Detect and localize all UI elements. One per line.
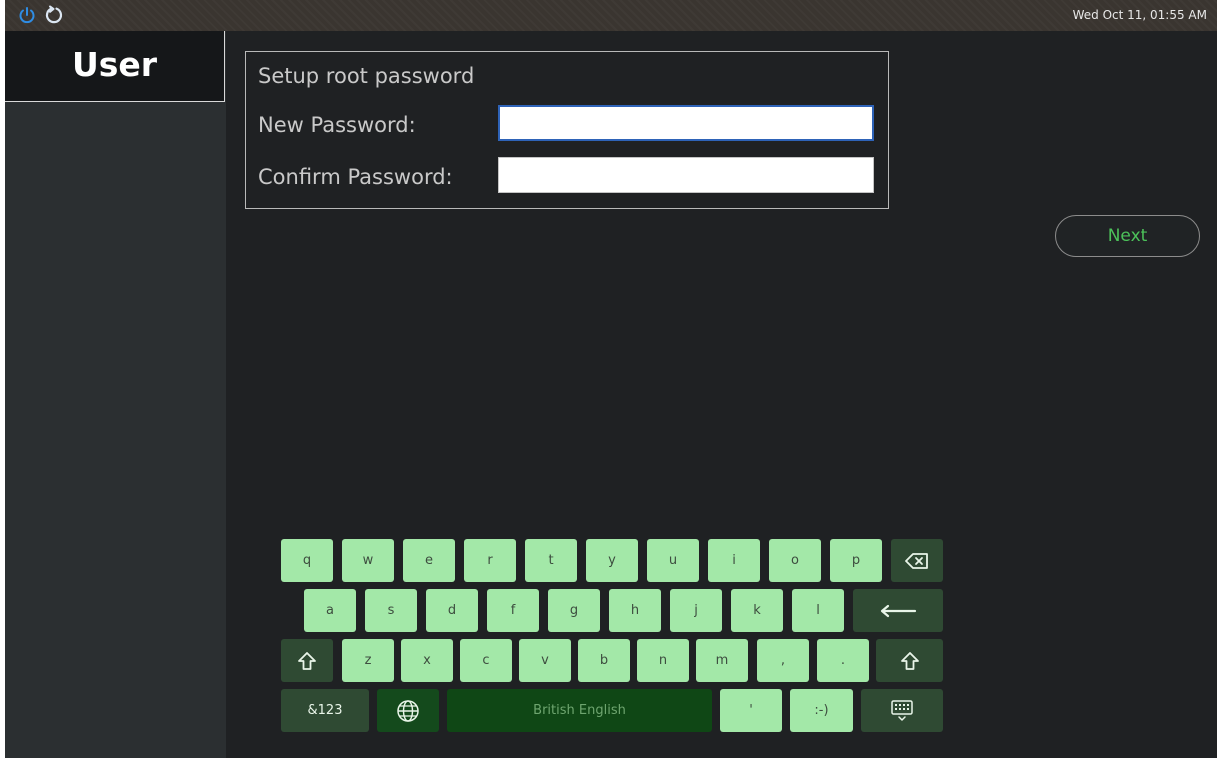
key-y[interactable]: y (586, 539, 638, 582)
key-x[interactable]: x (401, 639, 453, 682)
key-k[interactable]: k (731, 589, 783, 632)
key-w[interactable]: w (342, 539, 394, 582)
power-icon[interactable] (17, 5, 37, 25)
key-v[interactable]: v (519, 639, 571, 682)
enter-icon (880, 604, 917, 617)
key-u[interactable]: u (647, 539, 699, 582)
confirm-password-label: Confirm Password: (258, 165, 453, 189)
key-n[interactable]: n (637, 639, 689, 682)
key-r[interactable]: r (464, 539, 516, 582)
enter-key[interactable] (853, 589, 943, 632)
key-j[interactable]: j (670, 589, 722, 632)
key-q[interactable]: q (281, 539, 333, 582)
shift-icon (298, 651, 316, 670)
sidebar: User (5, 31, 226, 758)
key-p[interactable]: p (830, 539, 882, 582)
key-s[interactable]: s (365, 589, 417, 632)
space-key[interactable]: British English (447, 689, 712, 732)
language-key[interactable] (377, 689, 439, 732)
key-a[interactable]: a (304, 589, 356, 632)
keyboard-hide-icon (891, 699, 913, 721)
key-g[interactable]: g (548, 589, 600, 632)
top-bar: Wed Oct 11, 01:55 AM (5, 0, 1217, 31)
key-d[interactable]: d (426, 589, 478, 632)
new-password-field[interactable] (498, 105, 874, 141)
globe-icon (397, 699, 419, 722)
key-smiley[interactable]: :-) (790, 689, 853, 732)
symbols-key[interactable]: &123 (281, 689, 369, 732)
key-e[interactable]: e (403, 539, 455, 582)
key-comma[interactable]: , (757, 639, 809, 682)
clock: Wed Oct 11, 01:55 AM (1072, 8, 1207, 22)
restart-icon[interactable] (44, 5, 64, 25)
root-password-panel: Setup root password New Password: Confir… (245, 51, 889, 209)
shift-key-right[interactable] (876, 639, 943, 682)
key-h[interactable]: h (609, 589, 661, 632)
sidebar-item-label: User (71, 45, 158, 84)
key-z[interactable]: z (342, 639, 394, 682)
key-c[interactable]: c (460, 639, 512, 682)
key-f[interactable]: f (487, 589, 539, 632)
hide-keyboard-key[interactable] (861, 689, 943, 732)
confirm-password-field[interactable] (498, 157, 874, 193)
shift-key-left[interactable] (281, 639, 333, 682)
key-o[interactable]: o (769, 539, 821, 582)
key-m[interactable]: m (696, 639, 748, 682)
key-period[interactable]: . (817, 639, 869, 682)
key-i[interactable]: i (708, 539, 760, 582)
key-apostrophe[interactable]: ' (720, 689, 782, 732)
key-b[interactable]: b (578, 639, 630, 682)
backspace-key[interactable] (891, 539, 943, 582)
shift-icon (900, 651, 919, 670)
backspace-icon (905, 552, 928, 569)
next-button[interactable]: Next (1055, 215, 1200, 257)
key-l[interactable]: l (792, 589, 844, 632)
panel-title: Setup root password (258, 64, 475, 88)
main-content: Setup root password New Password: Confir… (226, 31, 1217, 758)
key-t[interactable]: t (525, 539, 577, 582)
sidebar-item-user[interactable]: User (5, 31, 225, 102)
new-password-label: New Password: (258, 113, 416, 137)
